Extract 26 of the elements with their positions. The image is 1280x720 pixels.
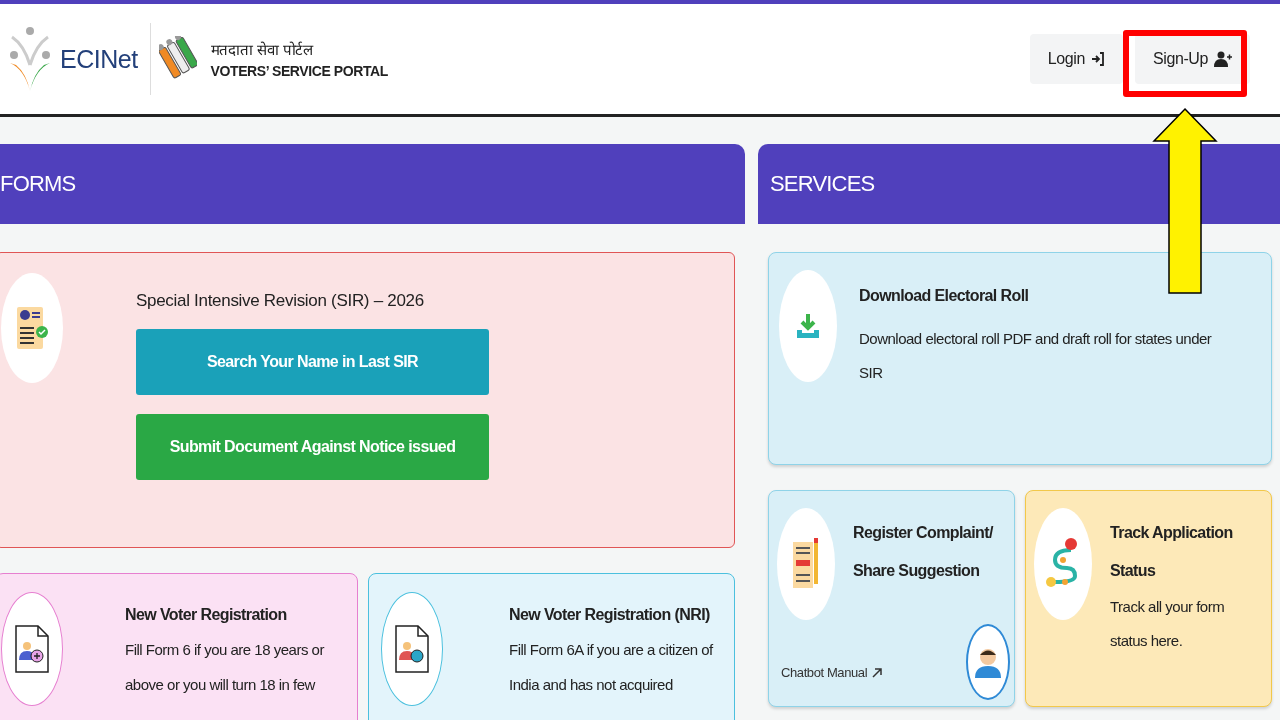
card-title: New Voter Registration <box>125 606 288 624</box>
card-description: Fill Form 6 if you are 18 years or above or you will turn 18 in few <box>125 640 326 695</box>
portal-title: VOTERS’ SERVICE PORTAL <box>210 63 388 79</box>
form-card[interactable]: New Voter Registration (NRI) Fill Form 6A if you are a citizen of India and has not acquired <box>368 573 735 720</box>
panel-title: SERVICES <box>770 171 875 197</box>
service-card[interactable]: Track Application Status Track all your form status here. <box>1025 490 1272 707</box>
login-icon <box>1091 52 1105 66</box>
chatbot-manual-link[interactable]: Chatbot Manual <box>781 665 884 680</box>
signup-button[interactable]: Sign-Up <box>1135 34 1250 84</box>
service-card[interactable]: Register Complaint/ Share Suggestion Chatbot Manual <box>768 490 1015 707</box>
panel-title: FORMS <box>0 171 76 197</box>
logo-text: ECINet <box>60 44 138 74</box>
card-title: Register Complaint/ Share Suggestion <box>853 523 995 581</box>
card-title: Download Electoral Roll <box>859 286 1030 306</box>
card-description: Download electoral roll PDF and draft roll for states under SIR <box>859 329 1213 383</box>
external-link-icon <box>871 666 884 679</box>
service-card[interactable]: Download Electoral Roll Download electoral roll PDF and draft roll for states under SIR <box>768 252 1272 465</box>
card-description: Fill Form 6A if you are a citizen of India and has not acquired <box>509 640 715 695</box>
card-title: Track Application Status <box>1110 523 1234 581</box>
sir-title: Special Intensive Revision (SIR) – 2026 <box>136 291 425 311</box>
login-button[interactable]: Login <box>1029 34 1123 84</box>
card-description: Track all your form status here. <box>1110 597 1226 651</box>
form-card[interactable]: New Voter Registration Fill Form 6 if you are 18 years or above or you will turn 18 in few <box>0 573 358 720</box>
card-title: New Voter Registration (NRI) <box>509 606 711 624</box>
portal-title-hindi: मतदाता सेवा पोर्टल <box>210 40 315 59</box>
add-user-icon <box>1214 51 1232 67</box>
